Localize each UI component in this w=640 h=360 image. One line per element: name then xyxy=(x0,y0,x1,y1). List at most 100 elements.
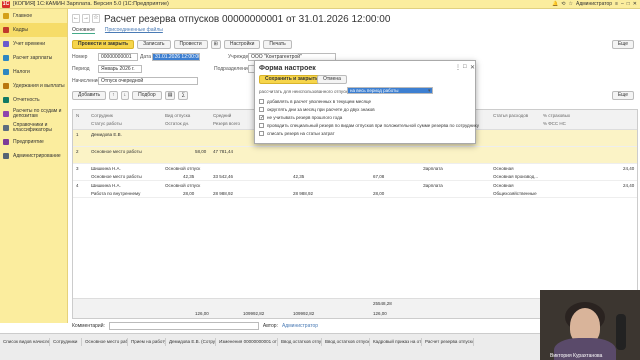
checkbox[interactable] xyxy=(259,107,264,112)
option-special-reserve[interactable]: проводить специальный резерв по видам от… xyxy=(259,123,479,128)
sidebar-item-label: Расчеты по ссудам и депозитам xyxy=(13,108,62,119)
notification-icon[interactable]: 🔔 xyxy=(552,1,558,7)
history-icon[interactable]: ⟲ xyxy=(561,1,565,7)
favorites-icon[interactable]: ☆ xyxy=(569,1,573,7)
window-tab[interactable]: Ввод остатков отпусков xyxy=(278,338,322,346)
dialog-menu-icon[interactable]: ⋮ xyxy=(455,64,461,71)
author-link[interactable]: Администратор xyxy=(282,323,318,329)
page-title: Расчет резерва отпусков 00000000001 от 3… xyxy=(104,14,391,25)
number-field[interactable]: 00000000001 xyxy=(98,53,138,61)
window-tab[interactable]: Сотрудники xyxy=(50,338,82,346)
dialog-close-icon[interactable]: ✕ xyxy=(470,64,475,71)
sidebar-item[interactable]: Расчеты по ссудам и депозитам xyxy=(0,107,67,121)
comment-label: Комментарий: xyxy=(72,323,105,329)
table-row[interactable]: 2 Основное место работы 58,00 47 781,44 xyxy=(73,147,637,164)
option-prev-year[interactable]: ✓ не учитывать резерв прошлого года xyxy=(259,115,343,121)
accrual-field[interactable]: Отпуск очередной xyxy=(98,77,198,85)
sidebar-item[interactable]: Справочники и классификаторы xyxy=(0,121,67,135)
add-row-button[interactable]: Добавить xyxy=(72,91,107,100)
window-tab[interactable]: Расчет резерва отпусков xyxy=(422,338,474,346)
calc-icon[interactable]: ∑ xyxy=(178,91,189,100)
table-more-button[interactable]: Еще xyxy=(611,91,634,100)
app-logo-icon: 1С xyxy=(2,0,10,8)
sidebar-item[interactable]: Кадры xyxy=(0,23,67,37)
more-button[interactable]: Еще xyxy=(611,40,634,49)
maximize-icon[interactable]: □ xyxy=(627,1,630,7)
dialog-maximize-icon[interactable]: □ xyxy=(463,64,467,70)
tab-files[interactable]: Присоединенные файлы xyxy=(105,27,163,34)
close-icon[interactable]: ✕ xyxy=(633,1,637,7)
pick-button[interactable]: Подбор xyxy=(132,91,162,100)
window-menu-icon[interactable]: ≡ xyxy=(615,1,618,7)
minimize-icon[interactable]: – xyxy=(621,1,624,7)
option-label: не учитывать резерв прошлого года xyxy=(267,115,343,120)
user-name[interactable]: Администратор xyxy=(576,1,612,7)
bookmark-icon[interactable]: ☆ xyxy=(92,14,100,23)
table-row[interactable]: 4 Шишкина Н.А. Основной отпуск Зарплата … xyxy=(73,181,637,198)
structure-icon[interactable]: ⊞ xyxy=(210,40,221,49)
row-number: 3 xyxy=(76,166,79,171)
form-footer: Комментарий: Автор: Администратор xyxy=(72,322,318,330)
period-field[interactable]: Январь 2026 г. xyxy=(98,65,142,73)
checkbox[interactable] xyxy=(259,99,264,104)
fill-icon[interactable]: ▤ xyxy=(164,91,176,100)
save-and-close-button[interactable]: Сохранить и закрыть xyxy=(259,75,325,84)
row-pct: 24,40 xyxy=(623,183,635,188)
sidebar-item[interactable]: Главное xyxy=(0,9,67,23)
sidebar-item[interactable]: Предприятие xyxy=(0,135,67,149)
row-dept: Зарплата xyxy=(423,166,443,171)
window-tab[interactable]: Список видов начислений xyxy=(0,338,50,346)
window-tab[interactable]: Основное место работы xyxy=(82,338,128,346)
option-round[interactable]: округлять дни за месяц при расчете до дв… xyxy=(259,107,375,112)
row-vacation-type: Основной отпуск xyxy=(165,166,201,171)
row-reserve2: 28 988,92 xyxy=(293,191,314,196)
webcam-caption: Виктория Курахтанова xyxy=(550,353,603,359)
move-down-icon[interactable]: ↓ xyxy=(120,91,130,100)
settings-button[interactable]: Настройки xyxy=(223,40,261,49)
post-and-close-button[interactable]: Провести и закрыть xyxy=(72,40,135,49)
forward-icon[interactable]: → xyxy=(82,14,90,23)
window-tab[interactable]: Демидова Е.В. (Сотрудник) xyxy=(166,338,216,346)
row-avg: 47 781,44 xyxy=(213,149,234,154)
title-bar: 1С [КОПИЯ] 1С:КАМИН Зарплата. Версия 5.0… xyxy=(0,0,640,9)
row-article: Основная xyxy=(493,183,514,188)
comment-input[interactable] xyxy=(108,322,259,330)
checkbox[interactable] xyxy=(259,131,264,136)
post-button[interactable]: Провести xyxy=(173,40,208,49)
building-icon xyxy=(3,139,9,145)
sidebar-item[interactable]: Администрирование xyxy=(0,149,67,163)
checkbox[interactable] xyxy=(259,123,264,128)
back-icon[interactable]: ← xyxy=(72,14,80,23)
option-label: проводить специальный резерв по видам от… xyxy=(267,123,479,128)
sidebar-item[interactable]: Расчет зарплаты xyxy=(0,51,67,65)
date-field[interactable]: 31.01.2026 12:00:00 xyxy=(152,53,200,61)
row-article: Основная xyxy=(493,166,514,171)
checkbox-checked[interactable]: ✓ xyxy=(259,115,264,121)
webcam-overlay: Виктория Курахтанова xyxy=(540,290,640,360)
window-tab[interactable]: Ввод остатков отпусков 00... xyxy=(322,338,370,346)
row-employee: Шишкина Н.А. xyxy=(91,183,121,188)
sidebar-item[interactable]: Учет времени xyxy=(0,37,67,51)
cancel-button[interactable]: Отмена xyxy=(317,75,347,84)
clock-icon xyxy=(3,41,9,47)
row-status: Основное место работы xyxy=(91,174,142,179)
option-label: списать резерв на статьи затрат xyxy=(267,131,335,136)
microphone xyxy=(616,314,626,350)
table-row[interactable]: 3 Шишкина Н.А. Основной отпуск Зарплата … xyxy=(73,164,637,181)
tab-main[interactable]: Основное xyxy=(72,27,95,34)
calc-select-chevron-down-icon[interactable]: ▾ xyxy=(428,88,431,94)
print-button[interactable]: Печать xyxy=(263,40,292,49)
accrual-label: Начисление xyxy=(72,78,101,84)
sidebar-item[interactable]: Отчетность xyxy=(0,93,67,107)
window-tab[interactable]: Изменения 00000000001 от 06.08.2... xyxy=(216,338,278,346)
move-up-icon[interactable]: ↑ xyxy=(109,91,118,100)
sidebar-item[interactable]: Налоги xyxy=(0,65,67,79)
gear-icon xyxy=(3,153,9,159)
window-tab[interactable]: Прием на работу xyxy=(128,338,166,346)
option-writeoff[interactable]: списать резерв на статьи затрат xyxy=(259,131,335,136)
sidebar-item[interactable]: Удержания и выплаты xyxy=(0,79,67,93)
write-button[interactable]: Записать xyxy=(137,40,171,49)
option-dismissed[interactable]: добавлять в расчет уволенных в текущем м… xyxy=(259,99,371,104)
window-tab[interactable]: Кадровый приказ на отпуск xyxy=(370,338,422,346)
calc-select[interactable]: на весь период работы xyxy=(347,87,433,94)
